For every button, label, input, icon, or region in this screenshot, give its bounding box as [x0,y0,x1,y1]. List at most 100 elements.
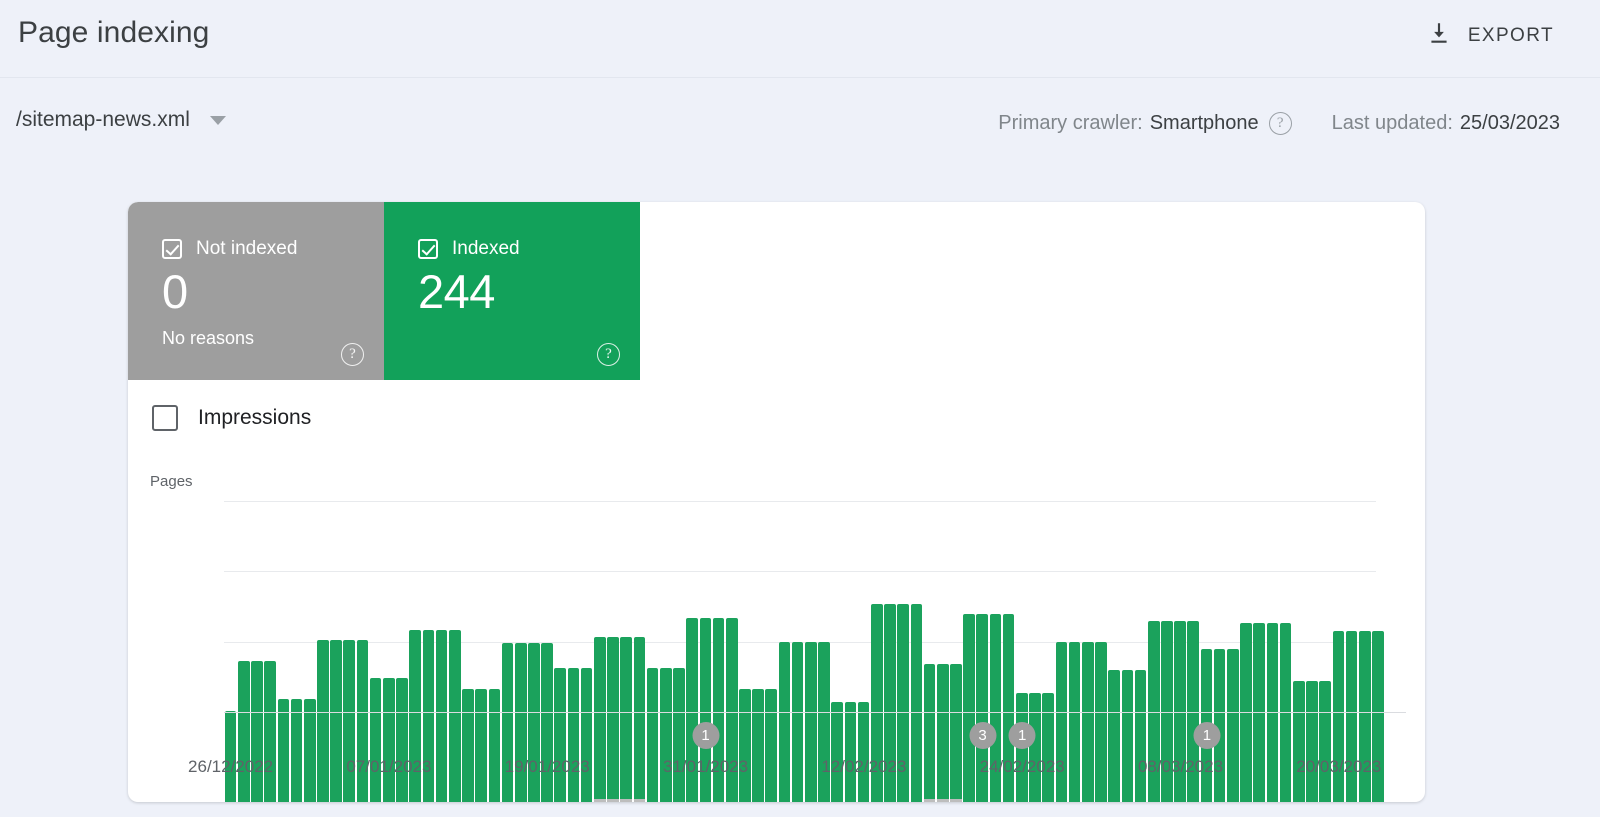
chart-bar-indexed [963,614,975,802]
chart-bar-indexed [475,689,487,802]
chart-bar-indexed [462,689,474,802]
tile-indexed[interactable]: Indexed 244 ? [384,202,640,380]
chart-bar[interactable] [448,591,461,802]
chart-bar[interactable] [1239,591,1252,802]
checkbox-not-indexed[interactable] [162,239,182,259]
chart-bar-not-indexed [620,799,632,802]
chart-x-tick: 12/02/2023 [821,757,906,777]
last-updated-value: 25/03/2023 [1460,112,1560,135]
help-circle-icon[interactable]: ? [597,343,620,366]
chart-bar-indexed [660,668,672,802]
chart-bar-indexed [1029,693,1041,802]
chart-bar[interactable] [765,591,778,802]
chart-bar-indexed [568,668,580,802]
chart-bar-indexed [581,668,593,802]
chart-bar-indexed [383,678,395,802]
chart-bar-indexed [594,637,606,802]
chart-bar[interactable] [633,591,646,802]
chart-bar[interactable] [646,591,659,802]
chart-x-tick: 07/01/2023 [346,757,431,777]
chart-bar-indexed [1095,642,1107,802]
chart-bar-indexed [1122,670,1134,802]
chart-x-tick: 19/01/2023 [505,757,590,777]
chart-x-axis-line [224,712,1406,713]
chart-bar[interactable] [1094,591,1107,802]
chart-bar[interactable] [316,591,329,802]
export-button[interactable]: EXPORT [1420,16,1560,55]
chart-bar-indexed [950,664,962,802]
chart-bar-indexed [620,637,632,802]
chart-bar[interactable] [752,591,765,802]
chart-bar[interactable] [330,591,343,802]
page-title: Page indexing [18,16,209,50]
chart-bar[interactable] [910,591,923,802]
crawler-meta: Primary crawler: Smartphone ? Last updat… [998,112,1560,135]
indexing-card: Not indexed 0 No reasons ? Indexed 244 ?… [128,202,1425,802]
tile-not-indexed-sub: No reasons [162,328,254,349]
sitemap-selector[interactable]: /sitemap-news.xml [16,108,226,132]
chart-bar[interactable] [936,591,949,802]
checkbox-impressions[interactable] [152,405,178,431]
chart-bar-indexed [515,643,527,802]
help-circle-icon[interactable]: ? [1269,112,1292,135]
chart-bar[interactable] [475,591,488,802]
chart-bar-indexed [396,678,408,802]
chart-bar-indexed [370,678,382,802]
chart-bar[interactable] [1226,591,1239,802]
chart-bar[interactable] [1068,591,1081,802]
chart-bar-indexed [831,702,843,802]
chart-bar[interactable] [1266,591,1279,802]
chart-bar[interactable] [488,591,501,802]
help-circle-icon[interactable]: ? [341,343,364,366]
chart-bar[interactable] [791,591,804,802]
chart-bar-indexed [278,699,290,802]
chart-bar-indexed [1042,693,1054,802]
chart-bar-indexed [436,630,448,802]
chart-bar[interactable] [277,591,290,802]
chart-bar-indexed [489,689,501,802]
primary-crawler-label: Primary crawler: [998,112,1142,135]
chart-bar[interactable] [1108,591,1121,802]
chart-annotation-marker[interactable]: 3 [969,722,996,749]
chart-gridline [224,501,1376,502]
chart-bar[interactable] [593,591,606,802]
chart-bar[interactable] [1081,591,1094,802]
chart-bar[interactable] [1253,591,1266,802]
chart-bar-indexed [1227,649,1239,802]
chart-bar[interactable] [963,591,976,802]
chart-annotation-marker[interactable]: 1 [692,722,719,749]
chart-bar[interactable] [923,591,936,802]
chart-bar[interactable] [1279,591,1292,802]
chart-bar[interactable] [620,591,633,802]
page-header: Page indexing EXPORT [0,0,1600,78]
chart-bar-indexed [818,642,830,802]
chart-x-tick: 26/12/2022 [188,757,273,777]
chart-bar[interactable] [949,591,962,802]
chart-bar[interactable] [290,591,303,802]
chart-bar-not-indexed [634,799,646,802]
chart-bar-indexed [330,640,342,802]
chart-bar-indexed [1319,681,1331,802]
chart-bar-indexed [911,604,923,802]
impressions-toggle[interactable]: Impressions [152,405,311,431]
chart-annotation-marker[interactable]: 1 [1009,722,1036,749]
chart-bar[interactable] [804,591,817,802]
chart-bar-indexed [1069,642,1081,802]
chart-bar-indexed [1135,670,1147,802]
chart-bar-indexed [449,630,461,802]
chart-bar[interactable] [1121,591,1134,802]
chart-bar[interactable] [461,591,474,802]
tile-not-indexed[interactable]: Not indexed 0 No reasons ? [128,202,384,380]
chart-bar-indexed [937,664,949,802]
chart-bar[interactable] [606,591,619,802]
chart-bar[interactable] [435,591,448,802]
chart-annotation-marker[interactable]: 1 [1193,722,1220,749]
chart-bar-indexed [251,661,263,802]
tile-not-indexed-label: Not indexed [196,238,297,260]
chart-bar[interactable] [303,591,316,802]
sub-header: /sitemap-news.xml Primary crawler: Smart… [0,78,1600,173]
chart-bar-indexed [541,643,553,802]
sitemap-name: /sitemap-news.xml [16,108,190,132]
chart-bar[interactable] [778,591,791,802]
checkbox-indexed[interactable] [418,239,438,259]
